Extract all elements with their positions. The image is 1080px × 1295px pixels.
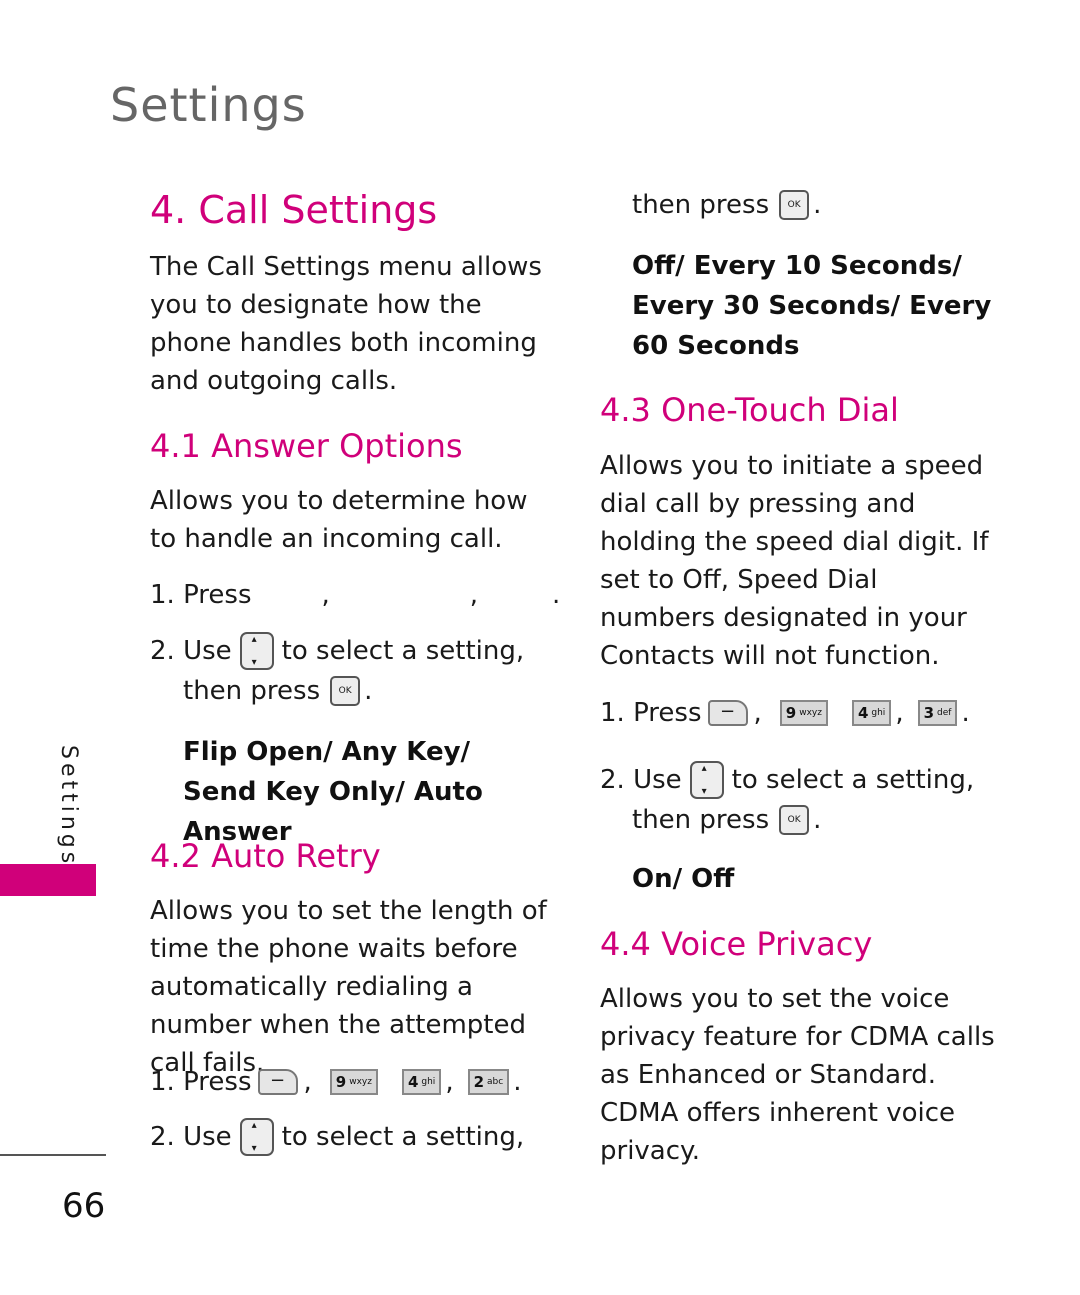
menu-soft-key-icon: − xyxy=(707,700,748,726)
comma: , xyxy=(445,1067,454,1097)
one-touch-dial-desc: Allows you to initiate a speed dial call… xyxy=(600,451,989,671)
page-number: 66 xyxy=(62,1186,106,1226)
answer-options-desc: Allows you to determine how to handle an… xyxy=(150,486,528,554)
auto-retry-step-2: 2. Use to select a setting, xyxy=(150,1118,524,1156)
heading-auto-retry: 4.2 Auto Retry xyxy=(150,837,381,875)
key-4-icon: 4 ghi xyxy=(851,700,892,726)
page-title: 4. Call Settings xyxy=(150,188,438,232)
comma: , xyxy=(895,698,904,728)
step-text: to select a setting, xyxy=(731,765,975,795)
step-text: 1. Press xyxy=(150,580,252,610)
menu-soft-key-icon: − xyxy=(257,1069,298,1095)
comma: , xyxy=(303,1067,312,1097)
key-9-icon: 9 wxyz xyxy=(329,1069,378,1095)
key-9-icon: 9 wxyz xyxy=(779,700,828,726)
answer-options-list: Flip Open/ Any Key/ Send Key Only/ Auto … xyxy=(183,737,483,847)
period: . xyxy=(961,698,970,728)
step-text: 2. Use xyxy=(150,1122,232,1152)
one-touch-step-2-cont: then press OK. xyxy=(632,805,821,835)
intro-text: The Call Settings menu allows you to des… xyxy=(150,252,542,396)
step-text: to select a setting, xyxy=(281,636,525,666)
auto-retry-step-2-cont: then press OK. xyxy=(632,190,821,220)
ok-key-icon: OK xyxy=(779,805,810,835)
ok-key-icon: OK xyxy=(779,190,810,220)
one-touch-step-1: 1. Press −, 9 wxyz 4 ghi, 3 def. xyxy=(600,698,970,728)
comma: , xyxy=(321,580,330,610)
key-2-icon: 2 abc xyxy=(467,1069,510,1095)
voice-privacy-desc: Allows you to set the voice privacy feat… xyxy=(600,984,995,1166)
key-3-icon: 3 def xyxy=(917,700,958,726)
auto-retry-options-list: Off/ Every 10 Seconds/ Every 30 Seconds/… xyxy=(632,251,992,361)
answer-step-1: 1. Press , , . xyxy=(150,580,560,610)
auto-retry-step-1: 1. Press −, 9 wxyz 4 ghi, 2 abc. xyxy=(150,1067,521,1097)
comma: , xyxy=(469,580,479,610)
step-text: then press xyxy=(632,805,770,835)
heading-answer-options: 4.1 Answer Options xyxy=(150,427,463,465)
heading-one-touch-dial: 4.3 One-Touch Dial xyxy=(600,391,899,429)
step-text: then press xyxy=(632,190,770,220)
navigation-key-icon xyxy=(239,1118,274,1156)
step-text: 2. Use xyxy=(150,636,232,666)
navigation-key-icon xyxy=(689,761,724,799)
ok-key-icon: OK xyxy=(330,676,361,706)
answer-step-2-cont: then press OK. xyxy=(183,676,372,706)
header-title: Settings xyxy=(110,78,307,132)
period: . xyxy=(813,805,822,835)
comma: , xyxy=(753,698,762,728)
step-text: 1. Press xyxy=(150,1067,252,1097)
answer-step-2: 2. Use to select a setting, xyxy=(150,632,524,670)
key-4-icon: 4 ghi xyxy=(401,1069,442,1095)
side-tab-marker xyxy=(0,864,96,896)
navigation-key-icon xyxy=(239,632,274,670)
heading-voice-privacy: 4.4 Voice Privacy xyxy=(600,925,873,963)
step-text: to select a setting, xyxy=(281,1122,525,1152)
one-touch-step-2: 2. Use to select a setting, xyxy=(600,761,974,799)
auto-retry-desc: Allows you to set the length of time the… xyxy=(150,896,547,1078)
step-text: then press xyxy=(183,676,321,706)
footer-rule xyxy=(0,1154,106,1156)
side-tab-label: Settings xyxy=(56,745,81,868)
period: . xyxy=(513,1067,522,1097)
period: . xyxy=(813,190,822,220)
period: . xyxy=(552,580,561,610)
period: . xyxy=(364,676,373,706)
step-text: 2. Use xyxy=(600,765,682,795)
one-touch-options-list: On/ Off xyxy=(632,864,735,894)
step-text: 1. Press xyxy=(600,698,702,728)
